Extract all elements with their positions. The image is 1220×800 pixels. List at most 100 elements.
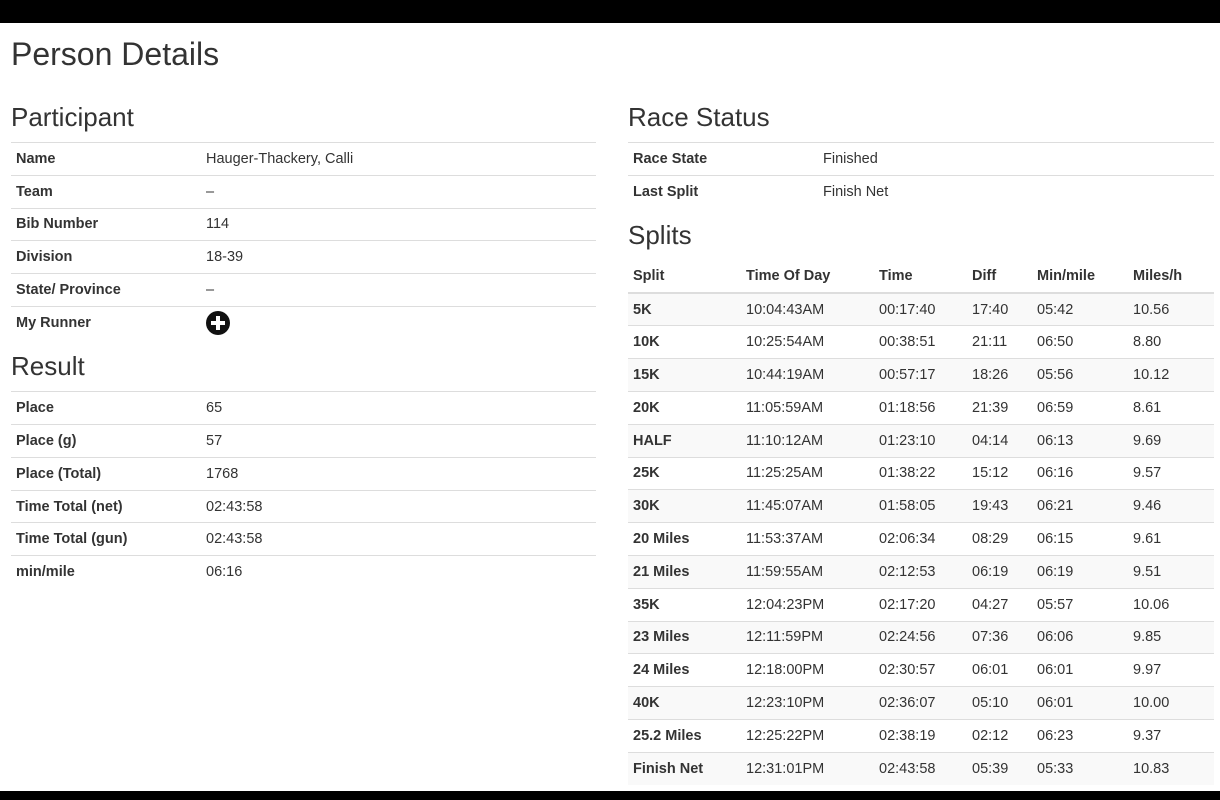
split-miles-h: 9.85 [1128,620,1214,654]
split-time-of-day: 12:31:01PM [741,751,874,786]
split-min-mile: 06:23 [1032,718,1128,753]
split-name: 15K [628,358,741,392]
split-time: 02:06:34 [874,522,967,556]
info-value: Finished [818,142,1214,176]
split-time: 01:38:22 [874,456,967,490]
result-table: Place 65 Place (g) 57 Place (Total) 1768… [11,391,596,589]
split-min-mile: 06:01 [1032,686,1128,720]
split-miles-h: 9.46 [1128,489,1214,523]
split-min-mile: 06:16 [1032,456,1128,490]
column-header-time-of-day: Time Of Day [741,260,874,295]
participant-row-name: Name Hauger-Thackery, Calli [11,142,596,176]
add-circle-icon[interactable] [206,311,230,336]
split-name: 24 Miles [628,653,741,687]
column-header-diff: Diff [967,260,1032,295]
page-title: Person Details [11,36,220,72]
table-row: 21 Miles 11:59:55AM 02:12:53 06:19 06:19 9.51 [628,554,1214,589]
split-time-of-day: 12:04:23PM [741,587,874,622]
table-row: 30K 11:45:07AM 01:58:05 19:43 06:21 9.46 [628,489,1214,523]
splits-heading: Splits [628,220,692,251]
split-name: 35K [628,587,741,622]
info-value: 02:43:58 [201,489,596,523]
split-min-mile: 06:01 [1032,653,1128,687]
info-label: Division [11,240,201,274]
table-row: 23 Miles 12:11:59PM 02:24:56 07:36 06:06 9.85 [628,620,1214,654]
info-value: Hauger-Thackery, Calli [201,142,596,176]
split-name: 30K [628,489,741,523]
participant-row-my-runner: My Runner [11,305,596,340]
split-time: 02:43:58 [874,751,967,786]
participant-table: Name Hauger-Thackery, Calli Team – Bib N… [11,142,596,340]
info-label: Race State [628,142,818,176]
split-miles-h: 9.97 [1128,653,1214,687]
split-miles-h: 8.61 [1128,390,1214,425]
split-miles-h: 10.12 [1128,358,1214,392]
split-time: 02:24:56 [874,620,967,654]
result-heading: Result [11,351,85,382]
split-miles-h: 9.57 [1128,456,1214,490]
split-time: 01:18:56 [874,390,967,425]
result-row-time-total-gun: Time Total (gun) 02:43:58 [11,522,596,556]
split-time: 01:23:10 [874,423,967,458]
split-time: 00:57:17 [874,358,967,392]
split-name: 5K [628,292,741,326]
split-time: 01:58:05 [874,489,967,523]
split-miles-h: 9.69 [1128,423,1214,458]
info-label: My Runner [11,305,201,340]
right-column: Race Status Race State Finished Last Spl… [628,100,1214,786]
split-diff: 02:12 [967,718,1032,753]
split-time-of-day: 11:05:59AM [741,390,874,425]
info-label: Place (Total) [11,456,201,491]
split-time: 02:17:20 [874,587,967,622]
info-label: Bib Number [11,207,201,241]
info-value: 114 [201,207,596,241]
split-min-mile: 05:33 [1032,751,1128,786]
split-min-mile: 06:50 [1032,325,1128,359]
race-status-row-last-split: Last Split Finish Net [628,174,1214,209]
info-value: 18-39 [201,240,596,274]
table-row: 20 Miles 11:53:37AM 02:06:34 08:29 06:15 9.61 [628,522,1214,556]
info-label: Time Total (gun) [11,522,201,556]
split-min-mile: 06:59 [1032,390,1128,425]
result-row-min-mile: min/mile 06:16 [11,555,596,589]
split-diff: 18:26 [967,358,1032,392]
split-min-mile: 06:13 [1032,423,1128,458]
info-label: Time Total (net) [11,489,201,523]
race-status-heading: Race Status [628,102,770,132]
info-value: – [201,174,596,209]
split-time: 02:30:57 [874,653,967,687]
info-label: min/mile [11,555,201,589]
split-time-of-day: 12:23:10PM [741,686,874,720]
split-diff: 19:43 [967,489,1032,523]
split-miles-h: 10.56 [1128,292,1214,326]
result-row-place-total: Place (Total) 1768 [11,456,596,491]
splits-table: Split Time Of Day Time Diff Min/mile Mil… [628,260,1214,786]
result-row-place-g: Place (g) 57 [11,424,596,458]
split-name: 21 Miles [628,554,741,589]
info-label: State/ Province [11,273,201,307]
splits-body: 5K 10:04:43AM 00:17:40 17:40 05:42 10.56 10K 10… [628,292,1214,786]
split-min-mile: 06:19 [1032,554,1128,589]
split-time-of-day: 11:25:25AM [741,456,874,490]
race-status-row-race-state: Race State Finished [628,142,1214,176]
split-diff: 17:40 [967,292,1032,326]
result-row-time-total-net: Time Total (net) 02:43:58 [11,489,596,523]
table-row: 20K 11:05:59AM 01:18:56 21:39 06:59 8.61 [628,390,1214,425]
left-column: Participant Name Hauger-Thackery, Calli … [11,100,596,599]
split-diff: 04:27 [967,587,1032,622]
split-time-of-day: 11:59:55AM [741,554,874,589]
table-row: 40K 12:23:10PM 02:36:07 05:10 06:01 10.00 [628,686,1214,720]
split-time-of-day: 12:25:22PM [741,718,874,753]
split-min-mile: 06:15 [1032,522,1128,556]
split-time-of-day: 11:45:07AM [741,489,874,523]
split-time: 02:12:53 [874,554,967,589]
info-value: 02:43:58 [201,522,596,556]
split-min-mile: 06:06 [1032,620,1128,654]
split-time: 00:17:40 [874,292,967,326]
split-name: HALF [628,423,741,458]
info-label: Last Split [628,174,818,209]
table-row: Finish Net 12:31:01PM 02:43:58 05:39 05:33 10… [628,751,1214,786]
table-row: 24 Miles 12:18:00PM 02:30:57 06:01 06:01 9.97 [628,653,1214,687]
participant-row-state-province: State/ Province – [11,273,596,307]
split-time-of-day: 12:18:00PM [741,653,874,687]
